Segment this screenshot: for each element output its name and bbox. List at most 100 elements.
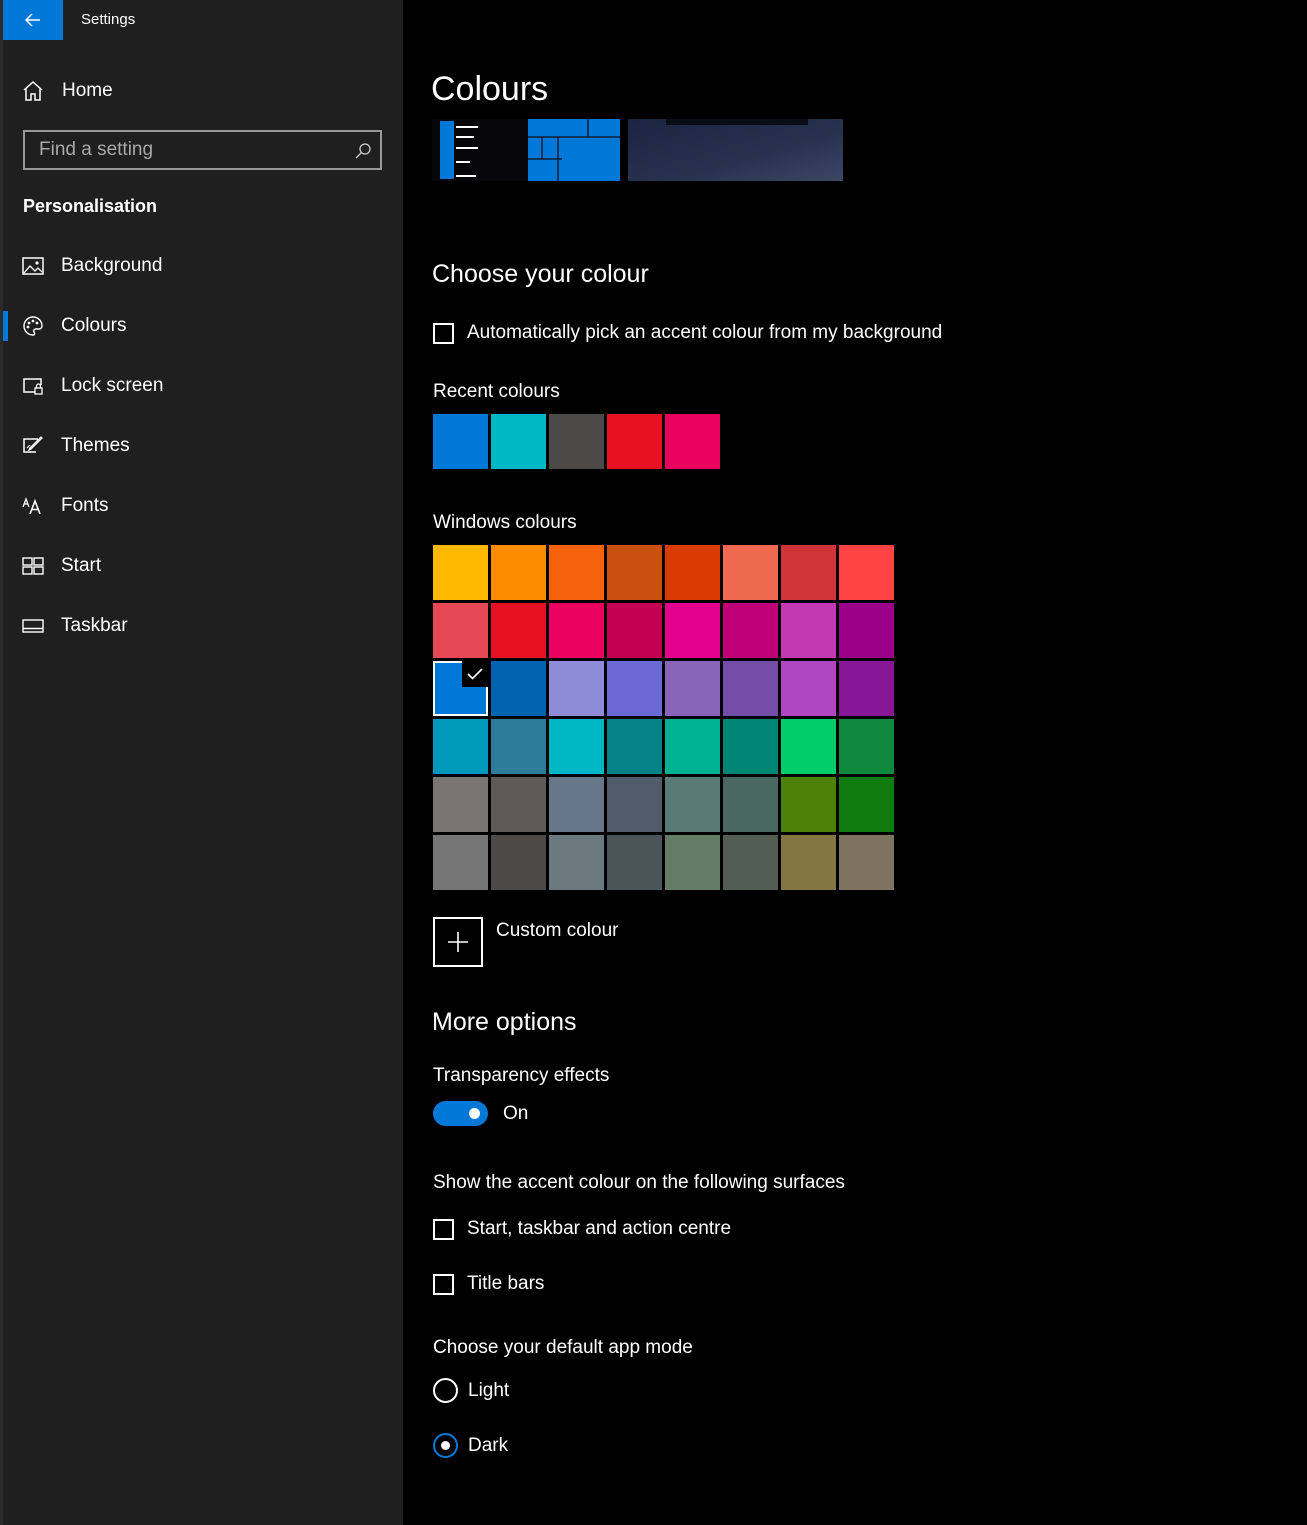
windows-colour-swatch[interactable]: [607, 545, 662, 600]
windows-colour-swatch[interactable]: [723, 777, 778, 832]
windows-colour-swatch[interactable]: [781, 661, 836, 716]
windows-colour-swatch[interactable]: [549, 545, 604, 600]
auto-pick-checkbox[interactable]: Automatically pick an accent colour from…: [433, 322, 942, 344]
windows-colour-swatch[interactable]: [607, 835, 662, 890]
sidebar-item-label: Taskbar: [61, 615, 128, 636]
windows-colour-swatch[interactable]: [491, 545, 546, 600]
back-button[interactable]: [3, 0, 63, 40]
windows-colour-swatch[interactable]: [781, 777, 836, 832]
windows-colour-swatch[interactable]: [607, 719, 662, 774]
windows-colour-swatch[interactable]: [723, 835, 778, 890]
windows-colour-swatch[interactable]: [607, 603, 662, 658]
windows-colour-swatch[interactable]: [433, 545, 488, 600]
home-nav-item[interactable]: Home: [22, 78, 113, 104]
windows-colour-swatch[interactable]: [433, 719, 488, 774]
windows-colour-swatch-selected[interactable]: [433, 661, 488, 716]
windows-colour-swatch[interactable]: [839, 777, 894, 832]
sidebar-item-background[interactable]: Background: [22, 251, 392, 281]
checkbox-box[interactable]: [433, 1218, 454, 1240]
checkbox-box[interactable]: [433, 322, 454, 344]
windows-colour-swatch[interactable]: [723, 603, 778, 658]
start-icon: [22, 555, 44, 577]
search-input[interactable]: [25, 132, 359, 168]
picture-icon: [22, 255, 44, 277]
page-title: Colours: [431, 70, 549, 108]
recent-colour-swatch[interactable]: [491, 414, 546, 469]
windows-colour-swatch[interactable]: [723, 661, 778, 716]
windows-colour-swatch[interactable]: [665, 603, 720, 658]
windows-colour-swatch[interactable]: [491, 835, 546, 890]
dark-mode-label: Dark: [468, 1434, 509, 1456]
windows-colour-swatch[interactable]: [491, 661, 546, 716]
choose-colour-heading: Choose your colour: [432, 260, 649, 288]
windows-colour-swatch[interactable]: [839, 835, 894, 890]
windows-colour-swatch[interactable]: [549, 603, 604, 658]
sidebar-item-lock-screen[interactable]: Lock screen: [22, 371, 392, 401]
sidebar-item-label: Background: [61, 255, 163, 276]
radio-dot: [441, 1441, 450, 1450]
windows-colour-swatch[interactable]: [839, 603, 894, 658]
recent-colour-swatch[interactable]: [665, 414, 720, 469]
windows-colour-swatch[interactable]: [491, 777, 546, 832]
windows-colour-swatch[interactable]: [781, 719, 836, 774]
windows-colour-swatch[interactable]: [665, 719, 720, 774]
windows-colour-swatch[interactable]: [607, 777, 662, 832]
light-mode-radio[interactable]: Light: [433, 1378, 509, 1403]
windows-colour-swatch[interactable]: [607, 661, 662, 716]
windows-colour-swatch[interactable]: [433, 835, 488, 890]
windows-colours-label: Windows colours: [433, 512, 577, 533]
recent-colour-swatch[interactable]: [433, 414, 488, 469]
plus-icon: [448, 932, 468, 952]
search-icon[interactable]: [354, 142, 372, 160]
windows-colour-swatch[interactable]: [665, 835, 720, 890]
windows-colour-swatch[interactable]: [665, 661, 720, 716]
windows-colour-swatch[interactable]: [839, 719, 894, 774]
windows-colour-swatch[interactable]: [549, 777, 604, 832]
recent-colour-swatch[interactable]: [549, 414, 604, 469]
sidebar-item-label: Colours: [61, 315, 127, 336]
sidebar: Settings Home Personalisation Background…: [0, 0, 403, 1525]
themes-icon: [22, 435, 44, 457]
title-bars-checkbox[interactable]: Title bars: [433, 1273, 544, 1295]
start-taskbar-checkbox[interactable]: Start, taskbar and action centre: [433, 1218, 731, 1240]
sidebar-item-taskbar[interactable]: Taskbar: [22, 611, 392, 641]
radio-circle-selected[interactable]: [433, 1433, 458, 1458]
windows-colour-swatch[interactable]: [433, 603, 488, 658]
sidebar-item-label: Fonts: [61, 495, 109, 516]
windows-colour-swatch[interactable]: [491, 603, 546, 658]
sidebar-item-label: Themes: [61, 435, 130, 456]
transparency-toggle[interactable]: [433, 1101, 488, 1126]
recent-colour-swatch[interactable]: [607, 414, 662, 469]
windows-colour-swatch[interactable]: [839, 661, 894, 716]
windows-colour-swatch[interactable]: [665, 777, 720, 832]
checkbox-box[interactable]: [433, 1273, 454, 1295]
radio-circle[interactable]: [433, 1378, 458, 1403]
sidebar-item-themes[interactable]: Themes: [22, 431, 392, 461]
windows-colour-swatch[interactable]: [723, 719, 778, 774]
windows-colour-swatch[interactable]: [781, 603, 836, 658]
start-taskbar-label: Start, taskbar and action centre: [467, 1218, 732, 1239]
surfaces-label: Show the accent colour on the following …: [433, 1172, 845, 1193]
windows-colour-swatch[interactable]: [491, 719, 546, 774]
windows-colour-swatch[interactable]: [781, 835, 836, 890]
custom-colour-label: Custom colour: [496, 920, 619, 941]
search-box[interactable]: [23, 130, 382, 170]
sidebar-item-colours[interactable]: Colours: [22, 311, 392, 341]
windows-colour-swatch[interactable]: [781, 545, 836, 600]
windows-colour-swatch[interactable]: [549, 661, 604, 716]
colour-preview-image: [432, 119, 843, 181]
dark-mode-radio[interactable]: Dark: [433, 1433, 508, 1458]
sidebar-item-start[interactable]: Start: [22, 551, 392, 581]
sidebar-item-fonts[interactable]: Fonts: [22, 491, 392, 521]
windows-colour-swatch[interactable]: [433, 777, 488, 832]
windows-colour-swatch[interactable]: [665, 545, 720, 600]
custom-colour-button[interactable]: [433, 917, 483, 967]
auto-pick-label: Automatically pick an accent colour from…: [467, 322, 943, 343]
windows-colour-swatch[interactable]: [723, 545, 778, 600]
windows-colour-swatch[interactable]: [549, 719, 604, 774]
windows-colour-swatch[interactable]: [549, 835, 604, 890]
fonts-icon: [22, 495, 44, 517]
section-title: Personalisation: [23, 196, 158, 216]
windows-colour-swatch[interactable]: [839, 545, 894, 600]
checkmark-icon: [462, 661, 488, 687]
